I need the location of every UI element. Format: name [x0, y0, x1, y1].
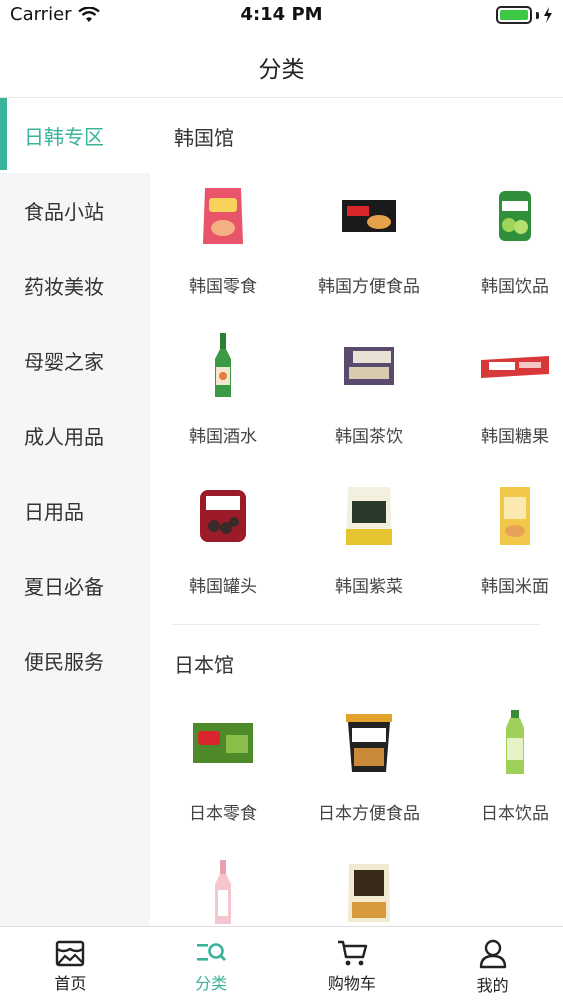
- green-tea-bottle-image: [477, 705, 553, 781]
- category-cell[interactable]: [296, 851, 442, 926]
- seaweed-pack-image: [331, 478, 407, 554]
- tab-cart[interactable]: 购物车: [282, 927, 423, 1000]
- sidebar-item-label: 日韩专区: [24, 125, 104, 149]
- candy-bar-image: [477, 328, 553, 404]
- category-cell[interactable]: 日本饮品: [442, 701, 563, 851]
- sidebar-item-label: 药妆美妆: [24, 275, 104, 299]
- sidebar-item-summer[interactable]: 夏日必备: [0, 548, 150, 623]
- category-cell[interactable]: 韩国茶饮: [296, 324, 442, 474]
- section-title-japan: 日本馆: [174, 652, 234, 677]
- category-cell[interactable]: 日本零食: [150, 701, 296, 851]
- rice-noodle-image: [477, 478, 553, 554]
- sidebar-item-daily[interactable]: 日用品: [0, 473, 150, 548]
- status-bar: Carrier 4:14 PM: [0, 0, 563, 32]
- kitkat-image: [185, 705, 261, 781]
- japan-grid: 日本零食 日本方便食品 日本饮品: [150, 701, 563, 926]
- battery-icon: [496, 6, 532, 24]
- cell-label: 韩国米面: [481, 577, 549, 597]
- sidebar-item-food[interactable]: 食品小站: [0, 173, 150, 248]
- sidebar-item-label: 食品小站: [24, 200, 104, 224]
- sidebar-item-services[interactable]: 便民服务: [0, 623, 150, 698]
- cell-label: 韩国罐头: [189, 577, 257, 597]
- cell-label: 韩国酒水: [189, 427, 257, 447]
- page-title: 分类: [258, 57, 305, 83]
- tab-label: 首页: [54, 974, 87, 993]
- snack-chips-image: [185, 178, 261, 254]
- tab-home[interactable]: 首页: [0, 927, 141, 1000]
- category-sidebar: 日韩专区 食品小站 药妆美妆 母婴之家 成人用品 日用品 夏日必备 便民服务: [0, 98, 150, 926]
- category-content[interactable]: 韩国馆 韩国零食 韩国方便食品 韩国饮品 韩国酒水 韩国茶饮 韩国糖果 韩国罐头…: [150, 98, 563, 926]
- category-cell[interactable]: 韩国方便食品: [296, 174, 442, 324]
- category-cell[interactable]: 日本方便食品: [296, 701, 442, 851]
- tab-label: 我的: [476, 976, 509, 995]
- sidebar-item-baby[interactable]: 母婴之家: [0, 323, 150, 398]
- user-icon: [479, 939, 506, 969]
- cell-label: 韩国糖果: [481, 427, 549, 447]
- tab-bar: 首页 分类 购物车 我的: [0, 926, 563, 1000]
- fried-tofu-pack-image: [331, 855, 407, 926]
- charging-icon: [544, 7, 552, 23]
- sidebar-item-beauty[interactable]: 药妆美妆: [0, 248, 150, 323]
- korea-grid: 韩国零食 韩国方便食品 韩国饮品 韩国酒水 韩国茶饮 韩国糖果 韩国罐头 韩国紫…: [150, 174, 563, 624]
- category-cell[interactable]: 韩国米面: [442, 474, 563, 624]
- cell-label: 韩国茶饮: [335, 427, 403, 447]
- cell-label: 韩国零食: [189, 277, 257, 297]
- category-cell[interactable]: [150, 851, 296, 926]
- canned-food-image: [185, 478, 261, 554]
- drink-can-image: [477, 178, 553, 254]
- sidebar-item-label: 成人用品: [24, 425, 104, 449]
- cell-label: 日本饮品: [481, 804, 549, 824]
- category-cell[interactable]: 韩国罐头: [150, 474, 296, 624]
- category-cell[interactable]: 韩国紫菜: [296, 474, 442, 624]
- tab-label: 购物车: [327, 974, 376, 993]
- tab-profile[interactable]: 我的: [422, 927, 563, 1000]
- cell-label: 韩国方便食品: [318, 277, 420, 297]
- category-cell[interactable]: 韩国零食: [150, 174, 296, 324]
- cart-icon: [337, 940, 368, 966]
- sidebar-item-label: 日用品: [24, 500, 84, 524]
- instant-noodle-image: [331, 178, 407, 254]
- category-search-icon: [197, 943, 227, 961]
- status-time: 4:14 PM: [240, 4, 323, 25]
- cell-label: 日本零食: [189, 804, 257, 824]
- sidebar-item-label: 便民服务: [24, 650, 104, 674]
- sidebar-item-label: 母婴之家: [24, 350, 104, 374]
- store-icon: [56, 940, 85, 967]
- sake-bottle-image: [185, 855, 261, 926]
- soju-bottle-image: [185, 328, 261, 404]
- sidebar-item-adult[interactable]: 成人用品: [0, 398, 150, 473]
- category-cell[interactable]: 韩国饮品: [442, 174, 563, 324]
- tab-category[interactable]: 分类: [141, 927, 282, 1000]
- sidebar-item-label: 夏日必备: [24, 575, 104, 599]
- tab-label: 分类: [195, 974, 228, 993]
- cell-label: 韩国紫菜: [335, 577, 403, 597]
- category-cell[interactable]: 韩国糖果: [442, 324, 563, 474]
- category-cell[interactable]: 韩国酒水: [150, 324, 296, 474]
- sidebar-item-japan-korea[interactable]: 日韩专区: [0, 98, 150, 173]
- cell-label: 日本方便食品: [318, 804, 420, 824]
- section-title-korea: 韩国馆: [174, 125, 234, 150]
- cell-label: 韩国饮品: [481, 277, 549, 297]
- battery-indicator: [496, 6, 553, 24]
- navigation-bar: 分类: [0, 32, 563, 98]
- soba-cup-image: [331, 705, 407, 781]
- tea-box-image: [331, 328, 407, 404]
